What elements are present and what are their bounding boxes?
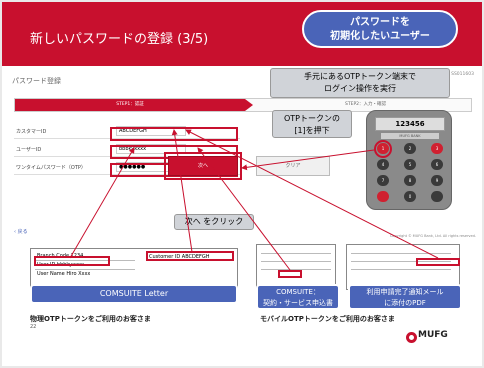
application-callout-line2: 契約・サービス申込書 [263, 299, 333, 307]
screen-code: SS011603 [451, 72, 474, 77]
otp-key-3[interactable]: 3 [431, 143, 443, 154]
mufg-logo-text: MUFG [418, 330, 448, 340]
back-link-label: 戻る [17, 229, 28, 235]
user-id-label: ユーザーID [16, 147, 42, 153]
user-name-cell: User Name Hiro Xxxx [37, 271, 91, 277]
customer-id-label: カスタマーID [16, 129, 47, 135]
application-callout: COMSUITE： 契約・サービス申込書 [256, 284, 340, 310]
pdf-callout-line2: に添付のPDF [384, 299, 426, 307]
pdf-callout-line1: 利用申請完了通知メール [366, 288, 444, 296]
pdf-callout: 利用申請完了通知メール に添付のPDF [348, 284, 462, 310]
application-callout-line1: COMSUITE： [276, 288, 320, 296]
otp-press-callout-line2: [1]を押下 [294, 126, 330, 135]
letter-customer-id-highlight [146, 251, 234, 261]
otp-token-device: 123456 MUFG BANK 1 2 3 4 5 6 7 8 9 0 [366, 110, 452, 210]
otp-key-6[interactable]: 6 [431, 159, 443, 170]
doc-line [351, 253, 451, 254]
otp-key-9[interactable]: 9 [431, 175, 443, 186]
otp-key-8[interactable]: 8 [404, 175, 416, 186]
otp-key-7[interactable]: 7 [377, 175, 389, 186]
mobile-otp-label: モバイルOTPトークンをご利用のお客さま [260, 315, 395, 323]
comsuite-letter-callout: COMSUITE Letter [30, 284, 238, 304]
physical-otp-label: 物理OTPトークンをご利用のお客さま [30, 315, 151, 323]
otp-press-callout-line1: OTPトークンの [283, 114, 340, 123]
customer-id-highlight [110, 127, 238, 141]
copyright-text: Copyright © MUFG Bank, Ltd. All rights r… [389, 234, 476, 238]
slide: 新しいパスワードの登録 (3/5) パスワードを 初期化したいユーザー パスワー… [2, 2, 482, 366]
mufg-logo-icon [406, 332, 417, 343]
otp-display: 123456 [375, 117, 445, 131]
slide-number: 22 [30, 324, 37, 330]
step1-label: STEP1：認証 [15, 99, 245, 111]
otp-device-callout-line2: ログイン操作を実行 [324, 84, 396, 93]
target-user-callout-line2: 初期化したいユーザー [330, 31, 430, 42]
step1-arrow-icon [245, 99, 253, 111]
otp-key-2[interactable]: 2 [404, 143, 416, 154]
doc-line [261, 261, 331, 262]
back-link[interactable]: ‹ 戻る [14, 228, 28, 235]
otp-key-5[interactable]: 5 [404, 159, 416, 170]
next-button-highlight [164, 152, 242, 180]
doc-line [261, 253, 331, 254]
otp-press-callout: OTPトークンの [1]を押下 [272, 110, 352, 138]
application-highlight [278, 270, 302, 278]
otp-key-0[interactable]: 0 [404, 191, 416, 202]
doc-line [35, 269, 135, 270]
screen-title: パスワード登録 [12, 77, 61, 85]
otp-key-1-highlight [374, 140, 392, 158]
otp-key-right[interactable] [431, 191, 443, 202]
page-title: 新しいパスワードの登録 (3/5) [30, 32, 209, 47]
letter-user-id-highlight [34, 256, 110, 266]
click-next-callout: 次へ をクリック [174, 214, 254, 230]
otp-device-callout: 手元にあるOTPトークン端末で ログイン操作を実行 [270, 68, 450, 98]
otp-device-brand: MUFG BANK [381, 133, 439, 139]
pdf-highlight [416, 258, 460, 266]
otp-device-callout-line1: 手元にあるOTPトークン端末で [303, 72, 416, 81]
otp-label: ワンタイムパスワード（OTP） [16, 165, 86, 171]
doc-line [351, 269, 451, 270]
otp-key-4[interactable]: 4 [377, 159, 389, 170]
header-bar: 新しいパスワードの登録 (3/5) パスワードを 初期化したいユーザー [2, 2, 482, 66]
clear-button[interactable]: クリア [256, 156, 330, 176]
target-user-callout-line1: パスワードを [350, 17, 410, 28]
target-user-callout: パスワードを 初期化したいユーザー [302, 10, 458, 48]
otp-key-left[interactable] [377, 191, 389, 202]
